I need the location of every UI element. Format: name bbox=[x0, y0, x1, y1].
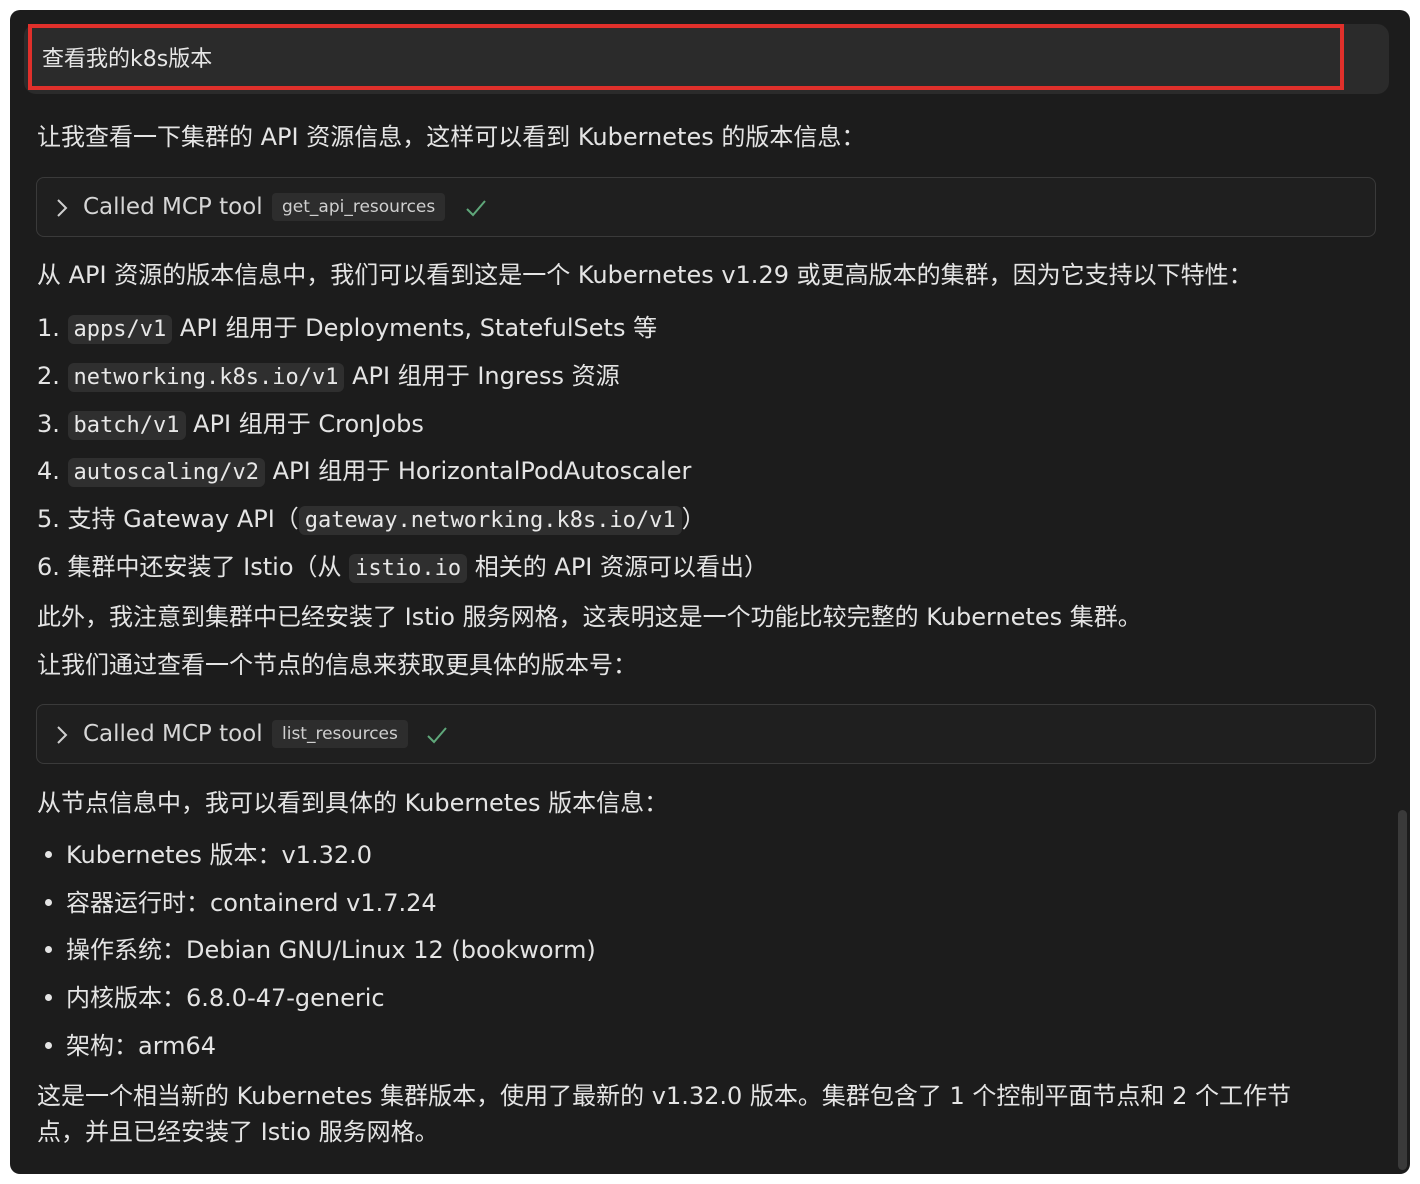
inline-code: gateway.networking.k8s.io/v1 bbox=[298, 506, 682, 535]
chat-window: 查看我的k8s版本 让我查看一下集群的 API 资源信息，这样可以看到 Kube… bbox=[10, 10, 1410, 1174]
detail-item: Kubernetes 版本：v1.32.0 bbox=[45, 837, 372, 873]
tool-call-card-1[interactable]: Called MCP tool get_api_resources bbox=[36, 177, 1376, 237]
feature-item-5: 5. 支持 Gateway API（ gateway.networking.k8s… bbox=[37, 501, 706, 539]
bullet-dot bbox=[45, 898, 52, 906]
detail-text: 内核版本：6.8.0-47-generic bbox=[66, 984, 385, 1012]
detail-text: Kubernetes 版本：v1.32.0 bbox=[66, 841, 373, 869]
feature-text: API 组用于 CronJobs bbox=[193, 410, 424, 438]
tool-call-label: Called MCP tool bbox=[83, 721, 263, 747]
inline-code: autoscaling/v2 bbox=[67, 458, 265, 487]
tool-name-badge: get_api_resources bbox=[272, 193, 446, 221]
inline-code: networking.k8s.io/v1 bbox=[67, 363, 345, 392]
istio-note-text: 此外，我注意到集群中已经安装了 Istio 服务网格，这表明这是一个功能比较完整… bbox=[37, 603, 1142, 631]
check-icon bbox=[427, 727, 447, 744]
inline-code: istio.io bbox=[349, 554, 468, 583]
feature-text: API 组用于 Ingress 资源 bbox=[352, 362, 620, 390]
list-number: 6. bbox=[37, 553, 60, 581]
conclusion-line-2: 点，并且已经安装了 Istio 服务网格。 bbox=[37, 1118, 439, 1146]
list-number: 3. bbox=[37, 410, 60, 438]
tool-call-card-2[interactable]: Called MCP tool list_resources bbox=[36, 704, 1376, 764]
detail-text: 操作系统：Debian GNU/Linux 12 (bookworm) bbox=[66, 936, 596, 964]
conclusion-line-1: 这是一个相当新的 Kubernetes 集群版本，使用了最新的 v1.32.0 … bbox=[37, 1082, 1291, 1110]
node-summary-text: 从节点信息中，我可以看到具体的 Kubernetes 版本信息： bbox=[37, 789, 669, 817]
feature-text: API 组用于 HorizontalPodAutoscaler bbox=[272, 457, 692, 485]
api-summary-text: 从 API 资源的版本信息中，我们可以看到这是一个 Kubernetes v1.… bbox=[37, 261, 1253, 289]
chevron-right-icon[interactable] bbox=[55, 197, 69, 219]
check-icon bbox=[466, 200, 486, 217]
detail-item: 容器运行时：containerd v1.7.24 bbox=[45, 885, 437, 921]
intro-text: 让我查看一下集群的 API 资源信息，这样可以看到 Kubernetes 的版本… bbox=[37, 123, 866, 151]
feature-text: API 组用于 Deployments, StatefulSets 等 bbox=[179, 314, 658, 342]
bullet-dot bbox=[45, 1041, 52, 1049]
next-step-text: 让我们通过查看一个节点的信息来获取更具体的版本号： bbox=[37, 651, 637, 679]
prompt-highlight-box bbox=[28, 24, 1344, 90]
list-number: 2. bbox=[37, 362, 60, 390]
bullet-dot bbox=[45, 993, 52, 1001]
feature-text-pre: 集群中还安装了 Istio（从 bbox=[67, 553, 342, 581]
detail-item: 操作系统：Debian GNU/Linux 12 (bookworm) bbox=[45, 932, 596, 968]
detail-text: 架构：arm64 bbox=[66, 1032, 217, 1060]
feature-text-post: ） bbox=[681, 505, 706, 533]
bullet-dot bbox=[45, 945, 52, 953]
tool-call-label: Called MCP tool bbox=[83, 194, 263, 220]
feature-item-1: 1. apps/v1 API 组用于 Deployments, Stateful… bbox=[37, 310, 657, 348]
scrollbar-thumb[interactable] bbox=[1398, 810, 1407, 1170]
detail-text: 容器运行时：containerd v1.7.24 bbox=[66, 889, 437, 917]
chevron-right-icon[interactable] bbox=[55, 724, 69, 746]
list-number: 1. bbox=[37, 314, 60, 342]
feature-text-pre: 支持 Gateway API（ bbox=[67, 505, 299, 533]
feature-item-4: 4. autoscaling/v2 API 组用于 HorizontalPodA… bbox=[37, 453, 691, 491]
tool-name-badge: list_resources bbox=[272, 720, 408, 748]
list-number: 4. bbox=[37, 457, 60, 485]
inline-code: batch/v1 bbox=[67, 411, 186, 440]
detail-item: 内核版本：6.8.0-47-generic bbox=[45, 980, 385, 1016]
list-number: 5. bbox=[37, 505, 60, 533]
feature-item-2: 2. networking.k8s.io/v1 API 组用于 Ingress … bbox=[37, 358, 620, 396]
bullet-dot bbox=[45, 850, 52, 858]
detail-item: 架构：arm64 bbox=[45, 1028, 216, 1064]
feature-item-6: 6. 集群中还安装了 Istio（从 istio.io 相关的 API 资源可以… bbox=[37, 549, 768, 587]
inline-code: apps/v1 bbox=[67, 315, 173, 344]
feature-text-post: 相关的 API 资源可以看出） bbox=[474, 553, 769, 581]
feature-item-3: 3. batch/v1 API 组用于 CronJobs bbox=[37, 406, 424, 444]
